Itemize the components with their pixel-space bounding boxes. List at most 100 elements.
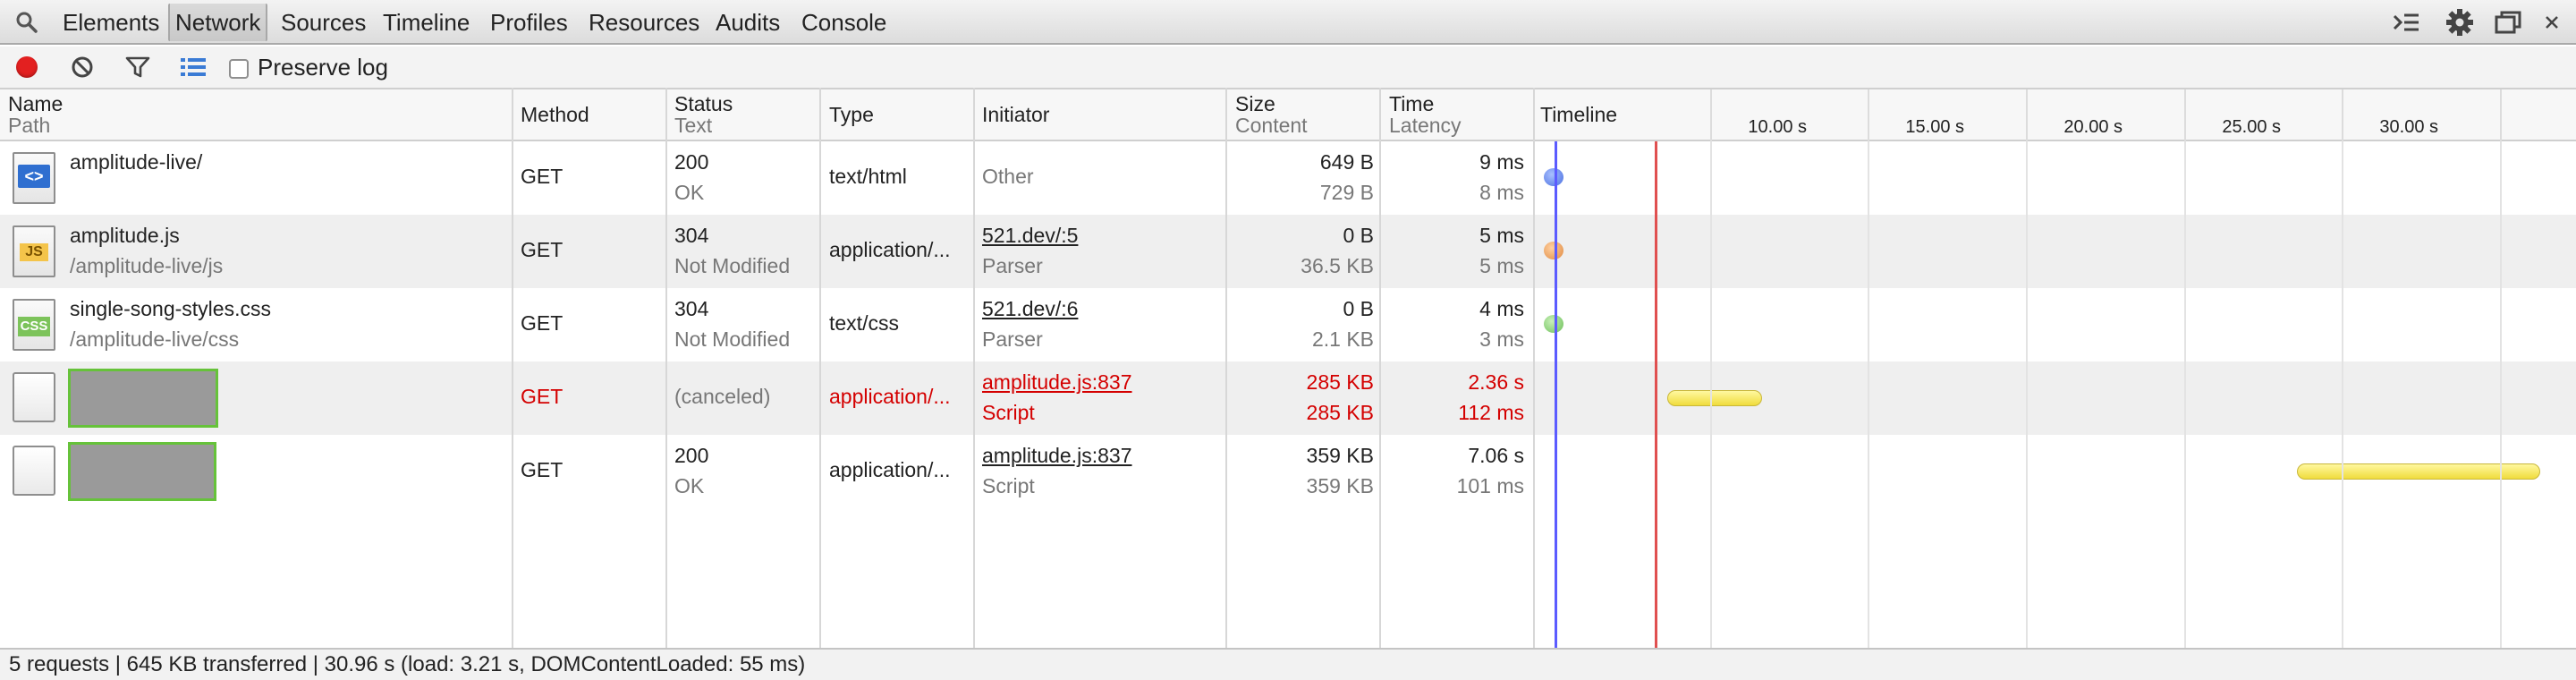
column-divider[interactable] (665, 88, 667, 648)
console-drawer-icon[interactable] (2388, 0, 2424, 45)
tab-network[interactable]: Network (168, 4, 268, 41)
list-view-icon[interactable] (175, 47, 211, 88)
search-icon[interactable] (7, 0, 47, 45)
close-icon[interactable] (2537, 0, 2567, 45)
request-time: 9 ms (1479, 150, 1524, 174)
column-header-status[interactable]: Status Text (667, 89, 819, 141)
request-name: single-song-styles.css (70, 297, 271, 320)
tab-console[interactable]: Console (796, 4, 892, 41)
request-time: 2.36 s (1468, 370, 1524, 394)
initiator-link[interactable]: amplitude.js:837 (982, 444, 1132, 468)
type-cell: application/... (821, 435, 973, 508)
request-row[interactable]: GET (canceled) application/... amplitude… (0, 361, 2576, 435)
name-cell (0, 435, 512, 508)
status-cell: (canceled) (667, 361, 819, 435)
initiator-cell: 521.dev/:5 Parser (975, 215, 1225, 288)
redacted-name (68, 369, 218, 428)
initiator-link[interactable]: 521.dev/:6 (982, 297, 1078, 321)
column-divider[interactable] (1379, 88, 1381, 648)
html-file-icon: <> (13, 152, 55, 204)
initiator-cell: Other (975, 141, 1225, 215)
size-cell: 649 B 729 B (1227, 141, 1379, 215)
request-content-size: 36.5 KB (1301, 254, 1374, 277)
request-size: 359 KB (1306, 444, 1374, 467)
column-size-label: Size (1235, 92, 1275, 115)
timeline-marker (1544, 315, 1563, 333)
blank-file-icon (13, 446, 55, 496)
timeline-marker (1544, 242, 1563, 259)
initiator-cell: 521.dev/:6 Parser (975, 288, 1225, 361)
initiator-link[interactable]: 521.dev/:5 (982, 224, 1078, 248)
column-header-type[interactable]: Type (821, 89, 973, 141)
timeline-gridline (2026, 141, 2028, 648)
tab-timeline[interactable]: Timeline (377, 4, 475, 41)
js-file-icon: JS (13, 225, 55, 277)
time-cell: 9 ms 8 ms (1381, 141, 1533, 215)
column-divider[interactable] (1533, 88, 1535, 648)
tab-profiles[interactable]: Profiles (485, 4, 573, 41)
preserve-log-checkbox[interactable] (229, 59, 249, 79)
request-status: 304 (674, 224, 709, 247)
request-time: 5 ms (1479, 224, 1524, 247)
filter-icon[interactable] (120, 47, 156, 88)
timeline-tick: 10.00 s (1748, 117, 1807, 137)
request-status: 200 (674, 444, 709, 467)
request-row[interactable]: GET 200 OK application/... amplitude.js:… (0, 435, 2576, 508)
initiator-cell: amplitude.js:837 Script (975, 361, 1225, 435)
request-status: (canceled) (674, 385, 771, 408)
column-divider[interactable] (512, 88, 513, 648)
timeline-marker (1544, 168, 1563, 186)
column-initiator-label: Initiator (982, 103, 1050, 126)
column-divider[interactable] (819, 88, 821, 648)
request-name: amplitude-live/ (70, 150, 203, 174)
request-row[interactable]: <> amplitude-live/ GET 200 OK text/html … (0, 141, 2576, 215)
css-file-icon: CSS (13, 299, 55, 351)
column-header-timeline[interactable]: Timeline 10.00 s 15.00 s 20.00 s 25.00 s… (1535, 89, 2576, 141)
request-status-text: OK (674, 181, 705, 204)
tab-audits[interactable]: Audits (710, 4, 785, 41)
dock-icon[interactable] (2490, 0, 2526, 45)
request-row[interactable]: JS amplitude.js /amplitude-live/js GET 3… (0, 215, 2576, 288)
request-content-size: 359 KB (1306, 474, 1374, 497)
summary-text: 5 requests | 645 KB transferred | 30.96 … (9, 652, 806, 676)
timeline-tick: 25.00 s (2222, 117, 2281, 137)
timeline-bar (2297, 463, 2540, 480)
tab-sources[interactable]: Sources (275, 4, 371, 41)
column-header-name[interactable]: Name Path (0, 89, 512, 141)
request-latency: 8 ms (1479, 181, 1524, 204)
request-content-size: 2.1 KB (1311, 327, 1374, 351)
domcontentloaded-marker (1555, 141, 1557, 648)
request-name: amplitude.js (70, 224, 180, 247)
tab-elements[interactable]: Elements (57, 4, 165, 41)
column-header-size[interactable]: Size Content (1227, 89, 1379, 141)
tab-resources[interactable]: Resources (583, 4, 705, 41)
column-header-time[interactable]: Time Latency (1381, 89, 1533, 141)
column-divider[interactable] (973, 88, 975, 648)
preserve-log-label[interactable]: Preserve log (258, 47, 388, 88)
gear-icon[interactable] (2442, 0, 2478, 45)
column-header-method[interactable]: Method (513, 89, 665, 141)
time-cell: 2.36 s 112 ms (1381, 361, 1533, 435)
network-request-list: <> amplitude-live/ GET 200 OK text/html … (0, 141, 2576, 648)
clear-icon[interactable] (64, 47, 100, 88)
request-type: text/html (829, 165, 907, 188)
request-status-text: Not Modified (674, 254, 791, 277)
request-type: application/... (829, 385, 951, 408)
method-cell: GET (513, 435, 665, 508)
column-divider[interactable] (1225, 88, 1227, 648)
size-cell: 0 B 36.5 KB (1227, 215, 1379, 288)
request-path: /amplitude-live/css (70, 327, 240, 351)
initiator-link[interactable]: amplitude.js:837 (982, 370, 1132, 395)
network-summary-bar: 5 requests | 645 KB transferred | 30.96 … (0, 648, 2576, 680)
request-status-text: OK (674, 474, 705, 497)
initiator-type: Parser (982, 254, 1043, 277)
request-status: 304 (674, 297, 709, 320)
record-icon[interactable] (9, 47, 45, 88)
request-row[interactable]: CSS single-song-styles.css /amplitude-li… (0, 288, 2576, 361)
status-cell: 304 Not Modified (667, 215, 819, 288)
request-method: GET (521, 458, 564, 481)
column-header-initiator[interactable]: Initiator (975, 89, 1225, 141)
request-latency: 112 ms (1458, 401, 1524, 424)
request-size: 649 B (1319, 150, 1374, 174)
request-path: /amplitude-live/js (70, 254, 224, 277)
